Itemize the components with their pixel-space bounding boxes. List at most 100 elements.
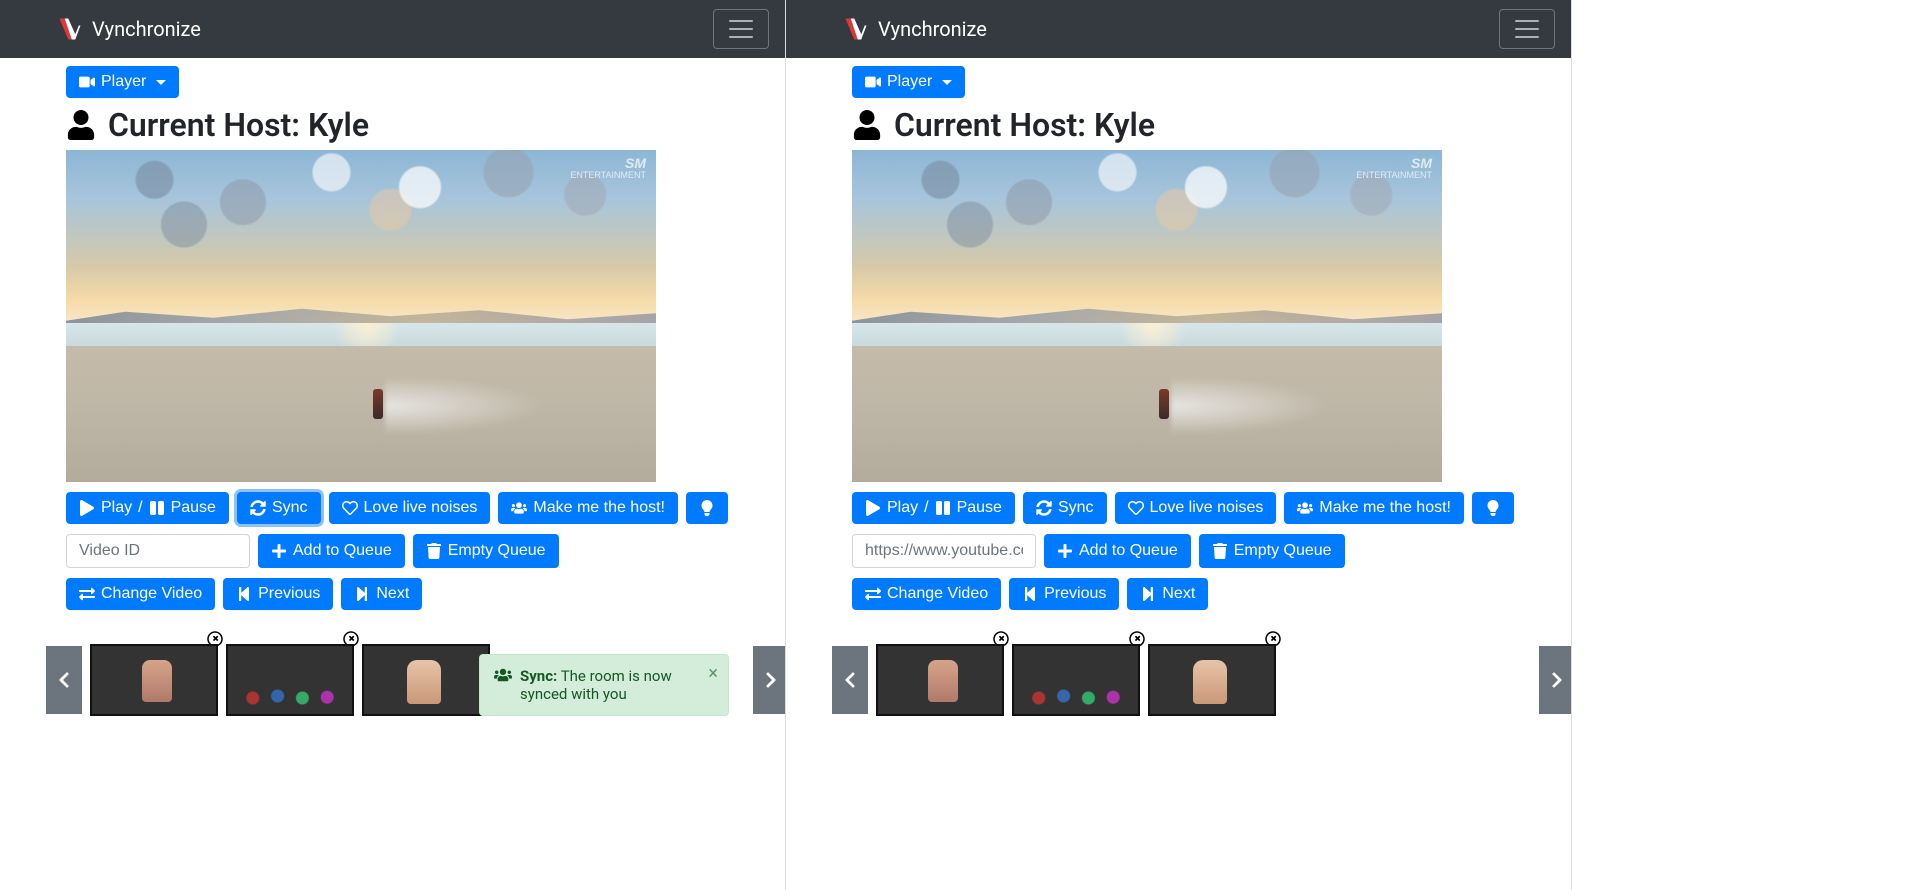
logo-icon: [842, 15, 870, 43]
step-backward-icon: [236, 586, 252, 602]
chevron-right-icon: [762, 671, 780, 689]
brand[interactable]: Vynchronize: [842, 15, 987, 43]
queue-prev-button[interactable]: [46, 646, 82, 714]
video-camera-icon: [79, 74, 95, 90]
video-watermark: SM ENTERTAINMENT: [1356, 156, 1432, 181]
sync-icon: [1036, 500, 1052, 516]
queue-item[interactable]: [876, 644, 1004, 716]
host-prefix: Current Host:: [894, 106, 1094, 144]
exchange-icon: [79, 586, 95, 602]
empty-queue-button[interactable]: Empty Queue: [1199, 534, 1345, 568]
sync-toast: Sync: The room is now synced with you ×: [479, 654, 729, 716]
lightbulb-button[interactable]: [686, 492, 728, 524]
video-player[interactable]: SM ENTERTAINMENT: [66, 150, 656, 482]
navbar: Vynchronize: [786, 0, 1571, 58]
host-prefix: Current Host:: [108, 106, 308, 144]
play-pause-button[interactable]: Play / Pause: [66, 492, 229, 524]
host-name: Kyle: [1094, 106, 1155, 144]
users-icon: [494, 667, 512, 703]
sync-button[interactable]: Sync: [237, 492, 321, 524]
pause-icon: [149, 500, 165, 516]
heart-icon: [1128, 500, 1144, 516]
chevron-left-icon: [55, 671, 73, 689]
change-video-button[interactable]: Change Video: [66, 578, 215, 610]
queue-item[interactable]: [1148, 644, 1276, 716]
video-player[interactable]: SM ENTERTAINMENT: [852, 150, 1442, 482]
plus-icon: [271, 543, 287, 559]
chevron-left-icon: [841, 671, 859, 689]
left-pane: Vynchronize Player Current Host: Kyle SM…: [0, 0, 786, 890]
player-dropdown[interactable]: Player: [852, 66, 965, 98]
queue-item[interactable]: [362, 644, 490, 716]
video-camera-icon: [865, 74, 881, 90]
caret-down-icon: [942, 80, 952, 85]
heart-icon: [342, 500, 358, 516]
controls-row-3: Change Video Previous Next: [66, 578, 769, 610]
controls-row-1: Play / Pause Sync Love live noises Make …: [66, 492, 769, 524]
add-to-queue-button[interactable]: Add to Queue: [258, 534, 405, 568]
hamburger-icon: [1512, 14, 1542, 44]
logo-icon: [56, 15, 84, 43]
brand[interactable]: Vynchronize: [56, 15, 201, 43]
player-dropdown[interactable]: Player: [66, 66, 179, 98]
hamburger-icon: [726, 14, 756, 44]
change-video-button[interactable]: Change Video: [852, 578, 1001, 610]
controls-row-2: Add to Queue Empty Queue: [66, 534, 769, 568]
player-dropdown-label: Player: [101, 73, 146, 91]
chevron-right-icon: [1548, 671, 1566, 689]
queue-item[interactable]: [226, 644, 354, 716]
step-forward-icon: [354, 586, 370, 602]
users-icon: [511, 500, 527, 516]
empty-queue-button[interactable]: Empty Queue: [413, 534, 559, 568]
right-pane: Vynchronize Player Current Host: Kyle SM…: [786, 0, 1572, 890]
hamburger-button[interactable]: [713, 9, 769, 49]
controls-row-2: Add to Queue Empty Queue: [852, 534, 1555, 568]
make-host-button[interactable]: Make me the host!: [498, 492, 678, 524]
play-icon: [79, 500, 95, 516]
content-area: Player Current Host: Kyle SM ENTERTAINME…: [0, 58, 785, 732]
trash-icon: [1212, 543, 1228, 559]
queue-item[interactable]: [90, 644, 218, 716]
caret-down-icon: [156, 80, 166, 85]
queue-thumbnails: [852, 644, 1555, 716]
controls-row-3: Change Video Previous Next: [852, 578, 1555, 610]
previous-button[interactable]: Previous: [1009, 578, 1119, 610]
love-button[interactable]: Love live noises: [1115, 492, 1277, 524]
lightbulb-button[interactable]: [1472, 492, 1514, 524]
queue-next-button[interactable]: [1539, 646, 1572, 714]
host-title: Current Host: Kyle: [66, 106, 769, 144]
user-icon: [852, 110, 882, 140]
next-button[interactable]: Next: [1127, 578, 1208, 610]
step-forward-icon: [1140, 586, 1156, 602]
make-host-button[interactable]: Make me the host!: [1284, 492, 1464, 524]
pause-icon: [935, 500, 951, 516]
exchange-icon: [865, 586, 881, 602]
host-name: Kyle: [308, 106, 369, 144]
queue-prev-button[interactable]: [832, 646, 868, 714]
queue-thumbnails: Sync: The room is now synced with you ×: [66, 644, 769, 716]
toast-close-button[interactable]: ×: [708, 663, 718, 684]
queue-next-button[interactable]: [753, 646, 786, 714]
hamburger-button[interactable]: [1499, 9, 1555, 49]
step-backward-icon: [1022, 586, 1038, 602]
user-icon: [66, 110, 96, 140]
queue-item[interactable]: [1012, 644, 1140, 716]
add-to-queue-button[interactable]: Add to Queue: [1044, 534, 1191, 568]
next-button[interactable]: Next: [341, 578, 422, 610]
plus-icon: [1057, 543, 1073, 559]
lightbulb-icon: [699, 500, 715, 516]
controls-row-1: Play / Pause Sync Love live noises Make …: [852, 492, 1555, 524]
love-button[interactable]: Love live noises: [329, 492, 491, 524]
trash-icon: [426, 543, 442, 559]
player-dropdown-label: Player: [887, 73, 932, 91]
play-pause-button[interactable]: Play / Pause: [852, 492, 1015, 524]
sync-button[interactable]: Sync: [1023, 492, 1107, 524]
users-icon: [1297, 500, 1313, 516]
host-title: Current Host: Kyle: [852, 106, 1555, 144]
previous-button[interactable]: Previous: [223, 578, 333, 610]
brand-text: Vynchronize: [878, 17, 987, 41]
play-icon: [865, 500, 881, 516]
content-area: Player Current Host: Kyle SM ENTERTAINME…: [786, 58, 1571, 732]
video-id-input[interactable]: [66, 534, 250, 568]
video-id-input[interactable]: [852, 534, 1036, 568]
